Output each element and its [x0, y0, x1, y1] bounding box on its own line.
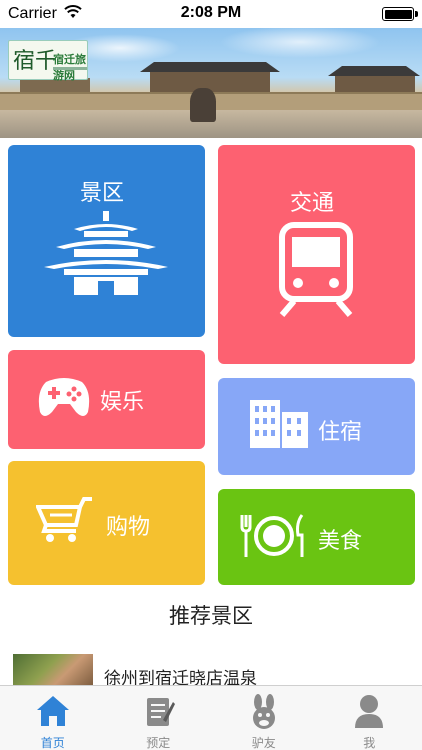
list-item-title: 徐州到宿迁晓店温泉: [104, 669, 257, 686]
tab-booking[interactable]: 预定: [106, 686, 212, 750]
transport-tile[interactable]: 交通: [218, 145, 415, 364]
food-label: 美食: [318, 529, 363, 554]
building-icon: [250, 400, 308, 448]
banner-carousel[interactable]: 宿千 宿迁旅游网: [0, 28, 422, 138]
shopping-tile[interactable]: 购物: [8, 461, 205, 585]
site-logo: 宿千 宿迁旅游网: [8, 40, 88, 82]
scenic-tile[interactable]: 景区: [8, 145, 205, 337]
tab-me[interactable]: 我: [317, 686, 422, 750]
recommended-section-title: 推荐景区: [169, 604, 253, 628]
gamepad-icon: [38, 378, 90, 416]
donkey-friend-icon: [252, 694, 275, 729]
list-item[interactable]: 徐州到宿迁晓店温泉: [0, 650, 422, 686]
entertainment-tile[interactable]: 娱乐: [8, 350, 205, 449]
tab-booking-label: 预定: [146, 736, 171, 750]
tab-home[interactable]: 首页: [0, 686, 106, 750]
dining-icon: [240, 514, 304, 557]
tab-donkey-friends[interactable]: 驴友: [211, 686, 317, 750]
train-icon: [279, 222, 353, 317]
tab-donkey-friends-label: 驴友: [251, 736, 276, 750]
list-item-thumbnail: [13, 654, 93, 686]
statue-image: [190, 88, 216, 122]
shopping-label: 购物: [106, 515, 151, 540]
scenic-label: 景区: [80, 181, 125, 206]
transport-label: 交通: [290, 191, 335, 216]
clock: 2:08 PM: [180, 4, 242, 21]
battery-icon: [382, 7, 418, 21]
home-icon: [36, 696, 69, 726]
status-bar: Carrier 2:08 PM: [0, 0, 422, 28]
food-tile[interactable]: 美食: [218, 489, 415, 585]
entertainment-label: 娱乐: [100, 390, 145, 415]
pagoda-icon: [44, 211, 168, 295]
person-icon: [355, 695, 384, 728]
shopping-cart-icon: [36, 497, 92, 542]
booking-icon: [147, 698, 176, 726]
tab-home-label: 首页: [40, 736, 65, 750]
lodging-label: 住宿: [318, 420, 363, 445]
tab-bar: 首页 预定 驴友 我: [0, 685, 422, 750]
lodging-tile[interactable]: 住宿: [218, 378, 415, 475]
tab-me-label: 我: [363, 736, 376, 750]
